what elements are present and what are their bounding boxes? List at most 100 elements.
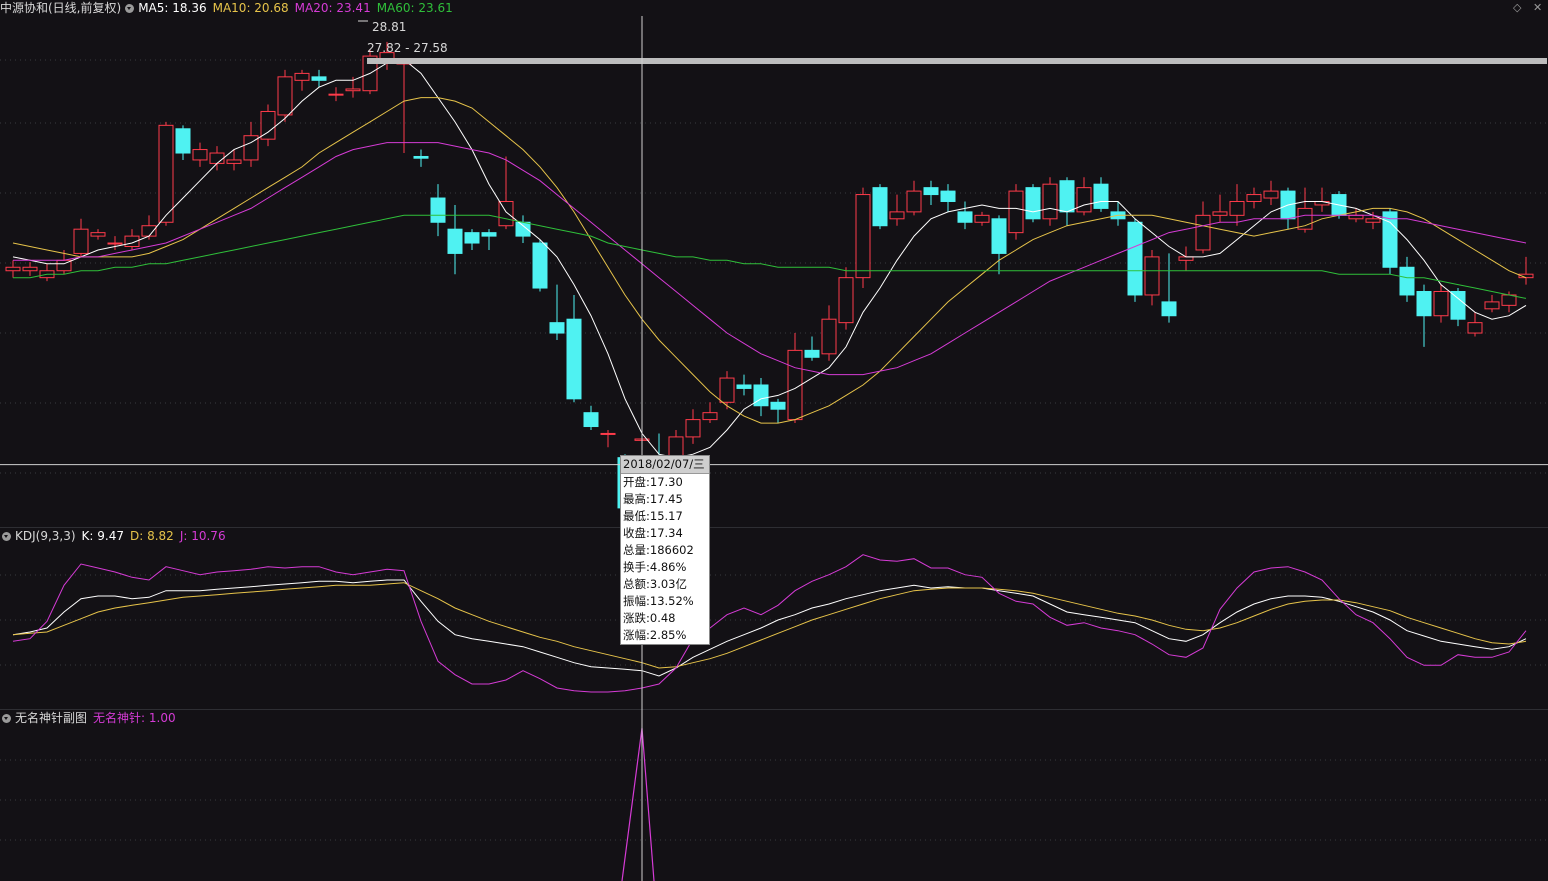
candle-up bbox=[974, 214, 990, 223]
candle-info-tooltip: 2018/02/07/三 开盘:17.30 最高:17.45 最低:15.17 … bbox=[620, 455, 710, 645]
candle-up bbox=[226, 159, 242, 164]
candle-up bbox=[1433, 291, 1449, 317]
candle-up bbox=[277, 76, 293, 116]
ma5-line bbox=[12, 58, 1527, 459]
kdj-name[interactable]: KDJ(9,3,3) bbox=[15, 528, 76, 544]
price-pane[interactable] bbox=[5, 20, 1547, 515]
candle-up bbox=[1467, 322, 1483, 334]
tooltip-volume: 总量:186602 bbox=[623, 543, 694, 557]
candle-down bbox=[753, 384, 769, 407]
tooltip-change-pct: 涨幅:2.85% bbox=[623, 628, 687, 642]
candle-down bbox=[1025, 187, 1041, 220]
candle-down bbox=[736, 384, 752, 389]
kdj-j-line bbox=[12, 554, 1527, 693]
close-icon[interactable]: ✕ bbox=[1533, 1, 1542, 14]
candle-down bbox=[583, 412, 599, 428]
chart-canvas[interactable] bbox=[0, 0, 1548, 881]
candle-up bbox=[685, 419, 701, 438]
candle-down bbox=[872, 187, 888, 227]
chevron-down-icon[interactable] bbox=[125, 3, 135, 13]
tooltip-amount: 总额:3.03亿 bbox=[623, 577, 687, 591]
candle-up bbox=[600, 432, 616, 435]
candle-down bbox=[413, 155, 429, 159]
chevron-down-icon[interactable] bbox=[2, 713, 11, 723]
ma10-line bbox=[12, 97, 1527, 424]
chevron-down-icon[interactable] bbox=[2, 531, 11, 541]
candle-up bbox=[141, 225, 157, 237]
candle-up bbox=[906, 190, 922, 213]
candle-down bbox=[957, 211, 973, 223]
candle-up bbox=[1263, 190, 1279, 199]
candle-down bbox=[481, 232, 497, 237]
candle-up bbox=[345, 88, 361, 92]
candle-up bbox=[22, 266, 38, 272]
candle-up bbox=[73, 228, 89, 254]
kdj-j-label: J: 10.76 bbox=[179, 529, 226, 543]
candle-up bbox=[1008, 190, 1024, 234]
candle-up bbox=[192, 149, 208, 161]
candle-down bbox=[804, 349, 820, 358]
ma5-label: MA5: 18.36 bbox=[138, 1, 207, 15]
candle-up bbox=[498, 200, 514, 227]
needle-value-label: 无名神针: 1.00 bbox=[93, 711, 176, 725]
grid-lines bbox=[0, 59, 1548, 841]
candle-up bbox=[294, 72, 310, 81]
candle-up bbox=[821, 318, 837, 355]
price-range-label: 27.82 - 27.58 bbox=[367, 41, 448, 55]
candle-up bbox=[90, 232, 106, 237]
stock-title[interactable]: 中源协和(日线,前复权) bbox=[0, 0, 121, 16]
candle-down bbox=[1161, 301, 1177, 317]
kdj-k-line bbox=[12, 579, 1527, 677]
candle-up bbox=[158, 124, 174, 223]
ma60-label: MA60: 23.61 bbox=[376, 1, 453, 15]
tooltip-turnover: 换手:4.86% bbox=[623, 560, 687, 574]
candle-up bbox=[1229, 200, 1245, 216]
candle-down bbox=[447, 228, 463, 254]
kdj-k-label: K: 9.47 bbox=[81, 529, 124, 543]
candle-down bbox=[549, 322, 565, 334]
crosshair bbox=[0, 16, 1548, 881]
candle-up bbox=[5, 266, 21, 272]
needle-pane[interactable] bbox=[621, 727, 655, 881]
diamond-icon[interactable]: ◇ bbox=[1513, 1, 1521, 14]
candle-up bbox=[1195, 214, 1211, 251]
candle-down bbox=[1399, 266, 1415, 296]
main-pane-header: 中源协和(日线,前复权) MA5: 18.36 MA10: 20.68 MA20… bbox=[0, 0, 459, 16]
kdj-d-line bbox=[12, 582, 1527, 669]
ma10-label: MA10: 20.68 bbox=[212, 1, 289, 15]
tooltip-open: 开盘:17.30 bbox=[623, 475, 683, 489]
candle-up bbox=[855, 194, 871, 279]
candle-down bbox=[1416, 291, 1432, 317]
kdj-d-label: D: 8.82 bbox=[130, 529, 174, 543]
candle-down bbox=[464, 232, 480, 244]
candle-down bbox=[923, 187, 939, 196]
candle-up bbox=[719, 377, 735, 403]
needle-name[interactable]: 无名神针副图 bbox=[15, 710, 87, 726]
candle-up bbox=[1484, 301, 1500, 310]
high-price-label: 28.81 bbox=[372, 20, 407, 34]
candle-up bbox=[1348, 214, 1364, 220]
tooltip-change: 涨跌:0.48 bbox=[623, 611, 676, 625]
ma20-label: MA20: 23.41 bbox=[294, 1, 371, 15]
candle-up bbox=[1365, 218, 1381, 223]
kdj-pane[interactable] bbox=[12, 554, 1527, 693]
tooltip-amplitude: 振幅:13.52% bbox=[623, 594, 694, 608]
candle-down bbox=[430, 197, 446, 223]
candle-up bbox=[1042, 183, 1058, 220]
candle-down bbox=[991, 218, 1007, 254]
tooltip-date: 2018/02/07/三 bbox=[621, 456, 709, 474]
kdj-pane-header: KDJ(9,3,3) K: 9.47 D: 8.82 J: 10.76 bbox=[0, 528, 232, 544]
candle-down bbox=[1450, 291, 1466, 320]
candle-up bbox=[1144, 256, 1160, 296]
candle-up bbox=[1212, 211, 1228, 216]
price-range-band bbox=[367, 58, 1547, 64]
tooltip-low: 最低:15.17 bbox=[623, 509, 683, 523]
candle-up bbox=[838, 277, 854, 324]
ma20-line bbox=[13, 142, 1527, 376]
candle-up bbox=[889, 211, 905, 220]
candle-down bbox=[311, 76, 327, 81]
needle-pane-header: 无名神针副图 无名神针: 1.00 bbox=[0, 710, 182, 726]
candle-up bbox=[1178, 256, 1194, 261]
candle-down bbox=[1059, 180, 1075, 213]
candle-down bbox=[770, 401, 786, 410]
